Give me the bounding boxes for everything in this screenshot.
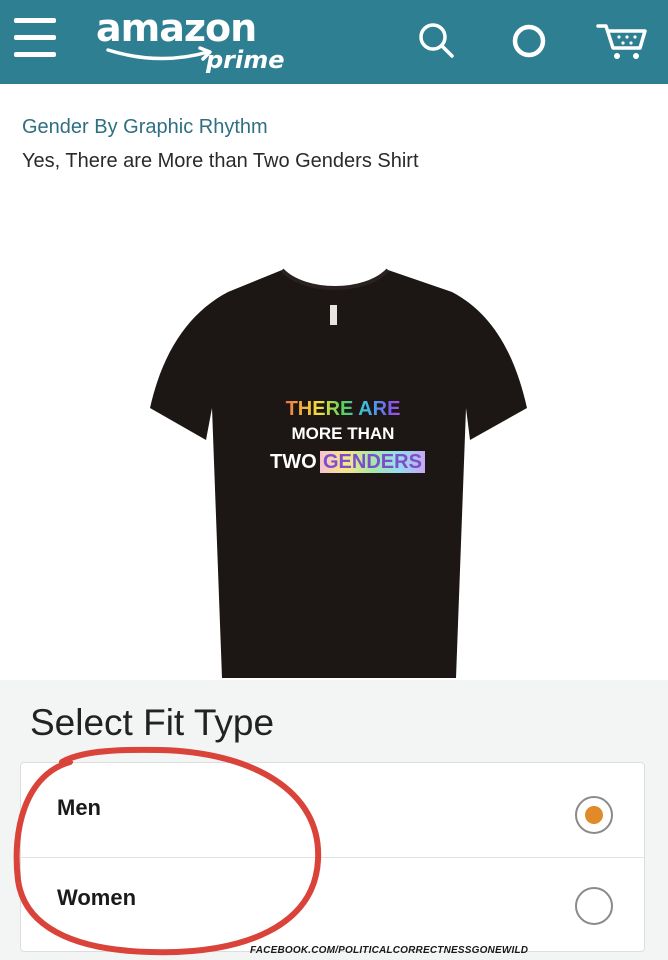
fit-option-men[interactable]: Men	[21, 763, 644, 858]
top-nav-bar: amazon prime	[0, 0, 668, 84]
fit-option-women[interactable]: Women	[21, 857, 644, 951]
radio-selected-icon[interactable]	[575, 796, 613, 834]
shirt-print-line1: THERE ARE	[272, 398, 414, 421]
shirt-print-genders: GENDERS	[320, 451, 425, 473]
watermark: FACEBOOK.COM/POLITICALCORRECTNESSGONEWIL…	[250, 945, 529, 956]
shirt-print-two: TWO	[270, 451, 317, 473]
amazon-prime-logo[interactable]: amazon prime	[96, 6, 296, 78]
logo-word: amazon	[96, 6, 257, 50]
radio-unselected-icon[interactable]	[575, 887, 613, 925]
menu-icon-line	[14, 52, 56, 57]
alexa-icon[interactable]	[506, 18, 552, 64]
logo-prime: prime	[206, 46, 285, 74]
cart-icon[interactable]	[594, 18, 650, 64]
fit-options-list: Men Women	[20, 762, 645, 952]
shirt-print-line3: TWO GENDERS	[270, 449, 425, 475]
search-icon[interactable]	[414, 18, 460, 64]
menu-icon[interactable]	[14, 18, 56, 58]
fit-option-label: Men	[57, 795, 101, 820]
fit-type-heading: Select Fit Type	[30, 702, 275, 743]
fit-option-label: Women	[57, 885, 137, 910]
menu-icon-line	[14, 35, 56, 40]
menu-icon-line	[14, 18, 56, 23]
product-brand-link[interactable]: Gender By Graphic Rhythm	[22, 116, 268, 139]
product-title: Yes, There are More than Two Genders Shi…	[22, 150, 419, 172]
shirt-print-line2: MORE THAN	[291, 424, 395, 443]
